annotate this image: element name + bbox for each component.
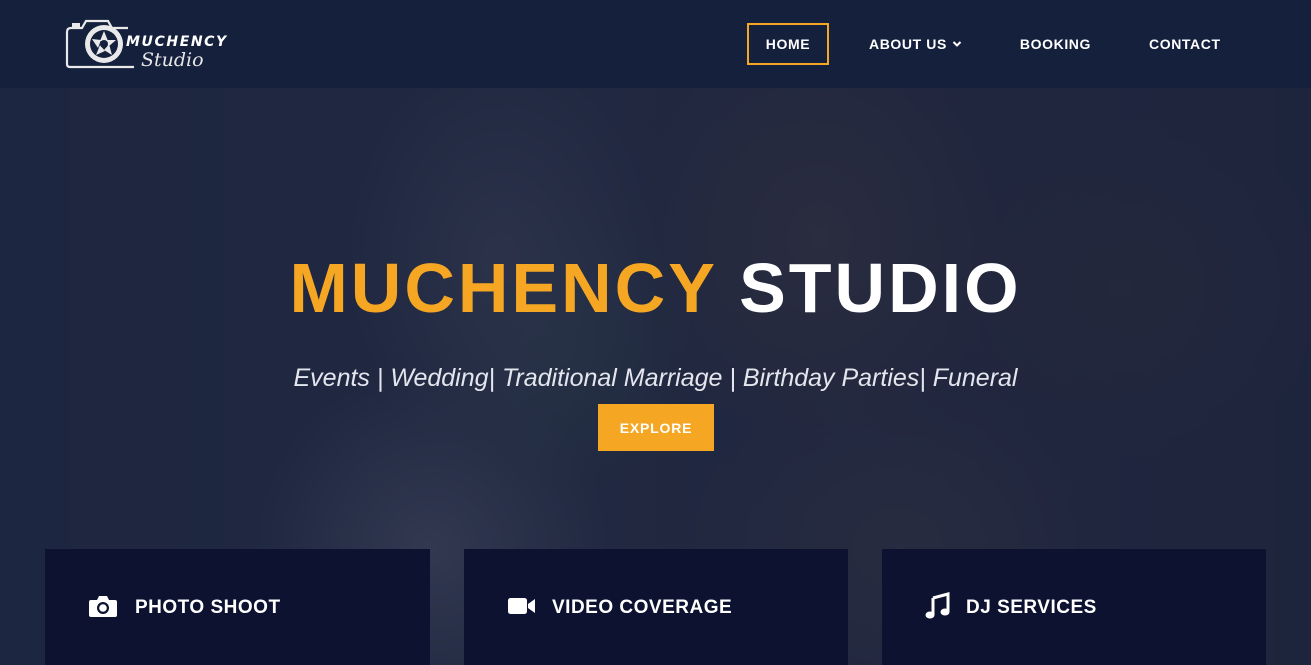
chevron-down-icon [952,41,962,47]
hero-tagline: Events | Wedding| Traditional Marriage |… [293,364,1018,392]
service-label-photo-shoot: PHOTO SHOOT [135,597,281,618]
explore-button[interactable]: EXPLORE [598,404,714,451]
service-card-video-coverage[interactable]: VIDEO COVERAGE [464,549,848,665]
service-label-dj-services: DJ SERVICES [966,597,1097,618]
brand-logo[interactable]: MUCHENCY Studio [64,14,244,76]
nav-home-label: HOME [765,36,811,52]
video-camera-icon [507,593,537,619]
service-label-video-coverage: VIDEO COVERAGE [552,597,733,618]
hero-title-plain: STUDIO [739,249,1022,327]
main-nav: HOME ABOUT US BOOKING CONTACT [747,23,1221,65]
camera-icon [88,593,118,619]
nav-contact-label: CONTACT [1149,36,1221,52]
nav-about-us-label: ABOUT US [869,36,947,52]
music-note-icon [923,592,953,619]
hero-title: MUCHENCY STUDIO [0,248,1311,328]
brand-subtitle: Studio [141,49,204,71]
nav-home-link[interactable]: HOME [747,23,829,65]
brand-wordmark: MUCHENCY [126,34,228,50]
nav-booking-link[interactable]: BOOKING [1020,23,1091,65]
service-card-dj-services[interactable]: DJ SERVICES [882,549,1266,665]
nav-contact-link[interactable]: CONTACT [1149,23,1221,65]
nav-booking-label: BOOKING [1019,36,1092,52]
site-header: MUCHENCY Studio HOME ABOUT US BOOKING CO… [0,0,1311,88]
nav-about-us-link[interactable]: ABOUT US [869,23,962,65]
service-card-photo-shoot[interactable]: PHOTO SHOOT [45,549,430,665]
hero-title-accent: MUCHENCY [289,249,717,327]
